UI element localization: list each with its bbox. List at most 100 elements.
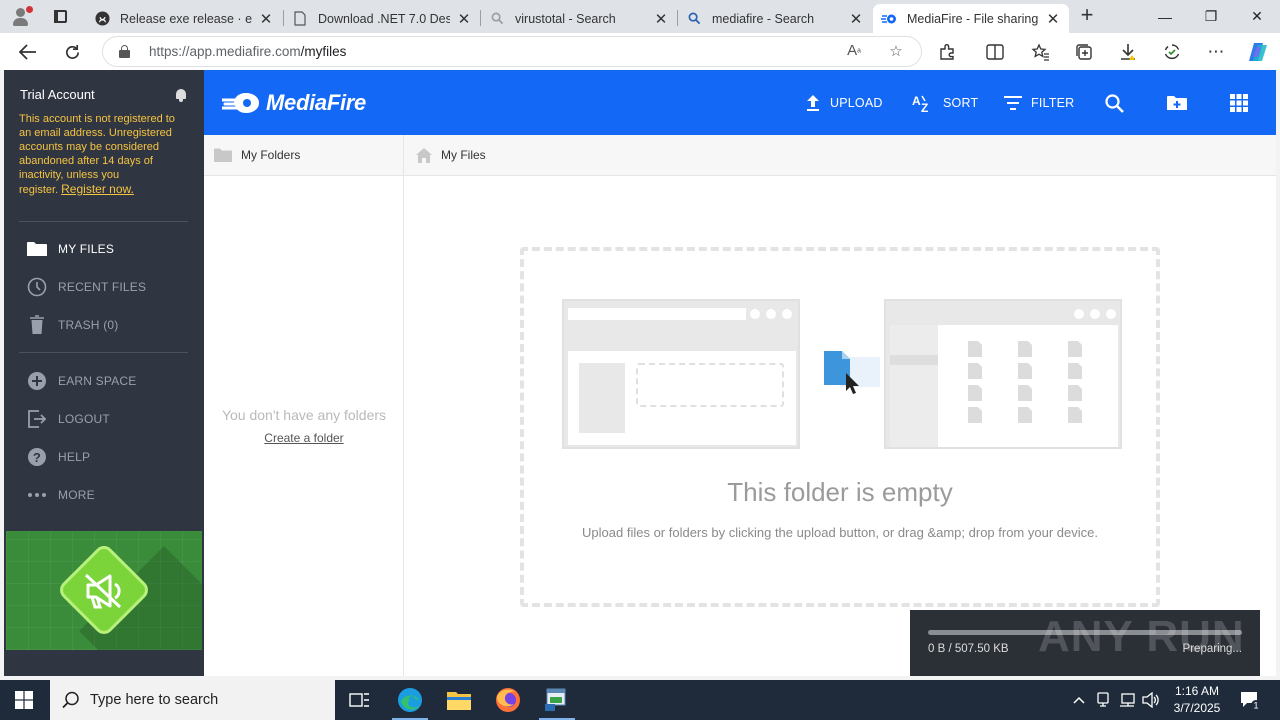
new-tab-button[interactable]: +: [1076, 4, 1098, 28]
browser-essentials-icon[interactable]: [1157, 37, 1187, 67]
nav-trash[interactable]: TRASH (0): [26, 313, 118, 337]
empty-folder-hint: Upload files or folders by clicking the …: [582, 525, 1098, 540]
tab-dotnet[interactable]: Download .NET 7.0 Deskt ✕: [284, 4, 480, 33]
volume-icon[interactable]: [1140, 680, 1162, 720]
search-button[interactable]: [1105, 92, 1133, 114]
address-bar[interactable]: https://app.mediafire.com/myfiles Aᵃ ☆: [102, 36, 922, 67]
close-tab-icon[interactable]: ✕: [1045, 10, 1061, 28]
show-hidden-icons[interactable]: [1068, 680, 1090, 720]
close-window-button[interactable]: ✕: [1234, 0, 1280, 33]
tab-mediafire[interactable]: MediaFire - File sharing a ✕: [873, 4, 1069, 33]
settings-more-icon[interactable]: ⋯: [1201, 37, 1231, 67]
search-icon: [686, 11, 702, 27]
create-folder-link[interactable]: Create a folder: [204, 431, 404, 445]
favorites-icon[interactable]: [1025, 37, 1055, 67]
my-folders-header[interactable]: My Folders: [204, 135, 403, 176]
taskbar-edge[interactable]: [386, 680, 434, 720]
browser-window-illustration: [562, 299, 800, 449]
nav-logout[interactable]: LOGOUT: [26, 407, 110, 431]
split-screen-icon[interactable]: [980, 37, 1010, 67]
file-list-illustration: [884, 299, 1122, 449]
notifications-bell-icon[interactable]: [175, 88, 187, 102]
unregistered-warning: This account is not registered to an ema…: [19, 113, 175, 196]
grid-view-button[interactable]: [1230, 92, 1257, 114]
tab-github[interactable]: Release exe release · ek4c ✕: [86, 4, 282, 33]
url-text[interactable]: https://app.mediafire.com/myfiles: [149, 44, 346, 59]
collections-icon[interactable]: [1069, 37, 1099, 67]
new-folder-button[interactable]: [1167, 92, 1196, 114]
nav-help[interactable]: ? HELP: [26, 445, 90, 469]
close-tab-icon[interactable]: ✕: [653, 10, 669, 28]
notification-icon: 1: [1241, 692, 1261, 710]
task-view-button[interactable]: [336, 680, 384, 720]
back-button[interactable]: [13, 37, 43, 67]
favorite-star-icon[interactable]: ☆: [885, 42, 907, 62]
nav-more[interactable]: MORE: [26, 483, 95, 507]
close-tab-icon[interactable]: ✕: [848, 10, 864, 28]
upload-icon: [805, 94, 821, 112]
svg-text:?: ?: [33, 450, 41, 465]
page-icon: [292, 11, 308, 27]
device-icon[interactable]: [1092, 680, 1114, 720]
browser-tab-strip: Release exe release · ek4c ✕ Download .N…: [0, 0, 1280, 33]
search-icon: [489, 11, 505, 27]
mediafire-favicon-icon: [881, 11, 897, 27]
refresh-button[interactable]: [57, 37, 87, 67]
tab-actions-icon[interactable]: [46, 6, 74, 28]
upload-size: 0 B / 507.50 KB: [928, 643, 1009, 655]
read-aloud-icon[interactable]: Aᵃ: [843, 42, 865, 62]
trash-icon: [26, 314, 48, 336]
plus-circle-icon: [26, 370, 48, 392]
taskbar-search-box[interactable]: Type here to search: [50, 680, 335, 720]
task-view-icon: [349, 693, 369, 707]
sort-button[interactable]: AZ SORT: [912, 92, 978, 114]
close-tab-icon[interactable]: ✕: [258, 10, 274, 28]
copilot-icon[interactable]: [1243, 37, 1273, 67]
mediafire-logo[interactable]: MediaFire: [222, 90, 366, 116]
action-center-button[interactable]: 1: [1236, 680, 1264, 720]
nav-my-files[interactable]: MY FILES: [26, 237, 114, 261]
upload-progress-toast: ANY RUN 0 B / 507.50 KB Preparing...: [910, 610, 1260, 676]
extensions-icon[interactable]: [932, 37, 962, 67]
taskbar-clock[interactable]: 1:16 AM 3/7/2025: [1162, 683, 1232, 717]
register-now-link[interactable]: Register now.: [61, 182, 134, 196]
edge-icon: [398, 688, 422, 712]
promo-banner[interactable]: [6, 531, 202, 650]
dragging-file-icon: [824, 351, 880, 394]
sort-az-icon: AZ: [912, 94, 934, 112]
taskbar-app[interactable]: [533, 680, 581, 720]
divider: [19, 221, 188, 222]
profile-icon[interactable]: [8, 4, 34, 28]
sidebar: Trial Account This account is not regist…: [4, 70, 204, 676]
taskbar-firefox[interactable]: [484, 680, 532, 720]
search-icon: [62, 691, 79, 709]
start-button[interactable]: [0, 680, 48, 720]
app-header: MediaFire UPLOAD AZ SORT FILTER: [204, 70, 1276, 135]
lock-icon[interactable]: [119, 45, 130, 58]
downloads-icon[interactable]: [1113, 37, 1143, 67]
mediafire-logo-icon: [222, 93, 259, 113]
restore-button[interactable]: ❐: [1188, 0, 1234, 33]
firefox-icon: [496, 688, 520, 712]
filter-button[interactable]: FILTER: [1004, 92, 1074, 114]
breadcrumb-my-files[interactable]: My Files: [441, 148, 486, 162]
close-tab-icon[interactable]: ✕: [456, 10, 472, 28]
tab-mediafire-search[interactable]: mediafire - Search ✕: [678, 4, 872, 33]
mediafire-page: Trial Account This account is not regist…: [4, 70, 1276, 676]
network-icon[interactable]: [1115, 680, 1139, 720]
home-icon[interactable]: [416, 147, 432, 163]
empty-folder-title: This folder is empty: [727, 477, 953, 507]
nav-earn-space[interactable]: EARN SPACE: [26, 369, 136, 393]
filter-icon: [1004, 96, 1022, 110]
nav-recent-files[interactable]: RECENT FILES: [26, 275, 146, 299]
empty-folder-dropzone[interactable]: This folder is empty Upload files or fol…: [520, 247, 1160, 607]
tab-virustotal-search[interactable]: virustotal - Search ✕: [481, 4, 677, 33]
minimize-button[interactable]: —: [1142, 0, 1188, 33]
logout-icon: [26, 408, 48, 430]
folder-icon: [214, 148, 232, 162]
upload-status: Preparing...: [1182, 643, 1242, 655]
no-folders-message: You don't have any folders: [221, 407, 387, 423]
folder-icon: [26, 238, 48, 260]
upload-button[interactable]: UPLOAD: [805, 92, 883, 114]
taskbar-file-explorer[interactable]: [435, 680, 483, 720]
